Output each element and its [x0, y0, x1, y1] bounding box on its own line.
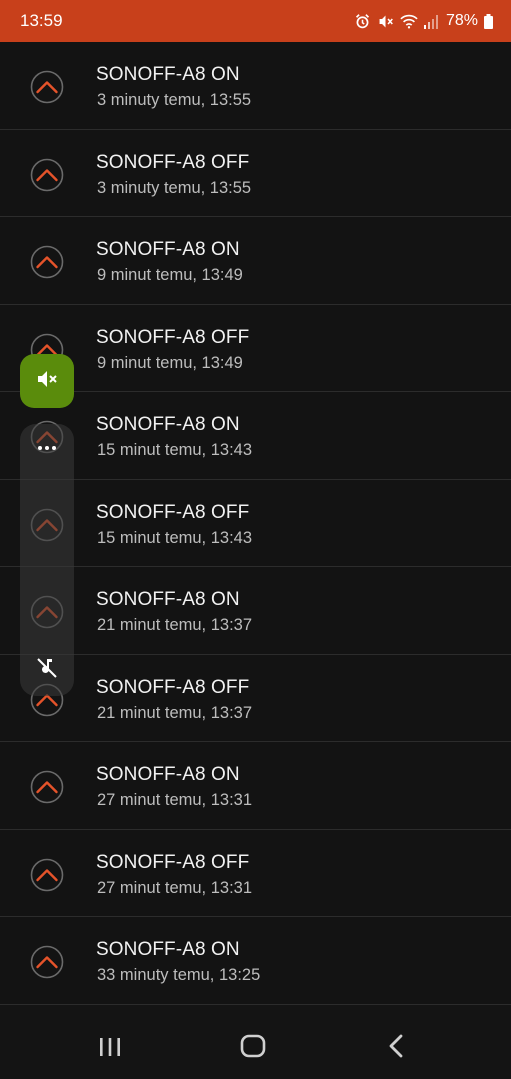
home-icon[interactable] — [238, 1031, 268, 1061]
notification-title: SONOFF-A8 ON — [96, 589, 240, 610]
notification-title: SONOFF-A8 OFF — [96, 851, 250, 873]
notification-subtitle: 21 minut temu, 13:37 — [97, 703, 253, 722]
volume-mute-button[interactable] — [20, 354, 74, 408]
navigation-bar — [0, 1005, 511, 1079]
notification-item[interactable]: SONOFF-A8 ON 9 minut temu, 13:49 — [0, 217, 511, 305]
status-bar: 13:59 78% — [0, 0, 511, 42]
notification-subtitle: 27 minut temu, 13:31 — [97, 878, 253, 897]
notification-title: SONOFF-A8 ON — [96, 239, 240, 260]
notification-subtitle: 15 minut temu, 13:43 — [97, 528, 253, 547]
notification-title: SONOFF-A8 ON — [96, 64, 240, 85]
ringtone-off-icon[interactable] — [35, 656, 59, 685]
notification-item[interactable]: SONOFF-A8 ON 33 minuty temu, 13:25 — [0, 917, 511, 1005]
volume-panel[interactable] — [20, 424, 74, 696]
notification-subtitle: 9 minut temu, 13:49 — [97, 353, 243, 372]
battery-percent: 78% — [445, 12, 478, 29]
chevron-up-icon — [30, 945, 64, 979]
notification-list: SONOFF-A8 ON 3 minuty temu, 13:55 SONOFF… — [0, 42, 511, 1005]
status-time: 13:59 — [20, 11, 63, 30]
notification-title: SONOFF-A8 ON — [96, 764, 240, 785]
notification-subtitle: 9 minut temu, 13:49 — [97, 266, 243, 284]
notification-title: SONOFF-A8 OFF — [96, 676, 250, 698]
chevron-up-icon — [30, 70, 64, 104]
mute-icon — [377, 13, 394, 30]
notification-subtitle: 3 minuty temu, 13:55 — [97, 178, 252, 197]
status-icons: 78% — [354, 12, 493, 30]
notification-title: SONOFF-A8 OFF — [96, 151, 250, 173]
notification-item[interactable]: SONOFF-A8 OFF 27 minut temu, 13:31 — [0, 830, 511, 917]
chevron-up-icon — [30, 158, 64, 192]
notification-subtitle: 3 minuty temu, 13:55 — [97, 91, 252, 109]
alarm-icon — [354, 13, 371, 30]
notification-title: SONOFF-A8 ON — [96, 939, 240, 960]
notification-item[interactable]: SONOFF-A8 OFF 9 minut temu, 13:49 — [0, 305, 511, 392]
wifi-icon — [400, 14, 418, 29]
signal-icon — [423, 14, 438, 29]
notification-item[interactable]: SONOFF-A8 ON 15 minut temu, 13:43 — [0, 392, 511, 480]
recents-icon[interactable] — [96, 1031, 126, 1061]
notification-item[interactable]: SONOFF-A8 ON 3 minuty temu, 13:55 — [0, 42, 511, 130]
notification-item[interactable]: SONOFF-A8 OFF 15 minut temu, 13:43 — [0, 480, 511, 567]
notification-title: SONOFF-A8 OFF — [96, 501, 250, 523]
chevron-up-icon — [30, 245, 64, 279]
notification-item[interactable]: SONOFF-A8 ON 27 minut temu, 13:31 — [0, 742, 511, 830]
back-icon[interactable] — [382, 1031, 412, 1061]
chevron-up-icon — [30, 858, 64, 892]
notification-item[interactable]: SONOFF-A8 OFF 21 minut temu, 13:37 — [0, 655, 511, 742]
notification-item[interactable]: SONOFF-A8 OFF 3 minuty temu, 13:55 — [0, 130, 511, 217]
mute-icon — [35, 367, 59, 396]
notification-subtitle: 27 minut temu, 13:31 — [97, 791, 253, 809]
notification-subtitle: 33 minuty temu, 13:25 — [97, 966, 261, 984]
notification-item[interactable]: SONOFF-A8 ON 21 minut temu, 13:37 — [0, 567, 511, 655]
more-icon[interactable] — [20, 446, 74, 450]
notification-title: SONOFF-A8 OFF — [96, 326, 250, 348]
notification-subtitle: 21 minut temu, 13:37 — [97, 616, 253, 634]
notification-title: SONOFF-A8 ON — [96, 414, 240, 435]
notification-subtitle: 15 minut temu, 13:43 — [97, 441, 253, 459]
chevron-up-icon — [30, 770, 64, 804]
battery-icon — [484, 13, 493, 29]
